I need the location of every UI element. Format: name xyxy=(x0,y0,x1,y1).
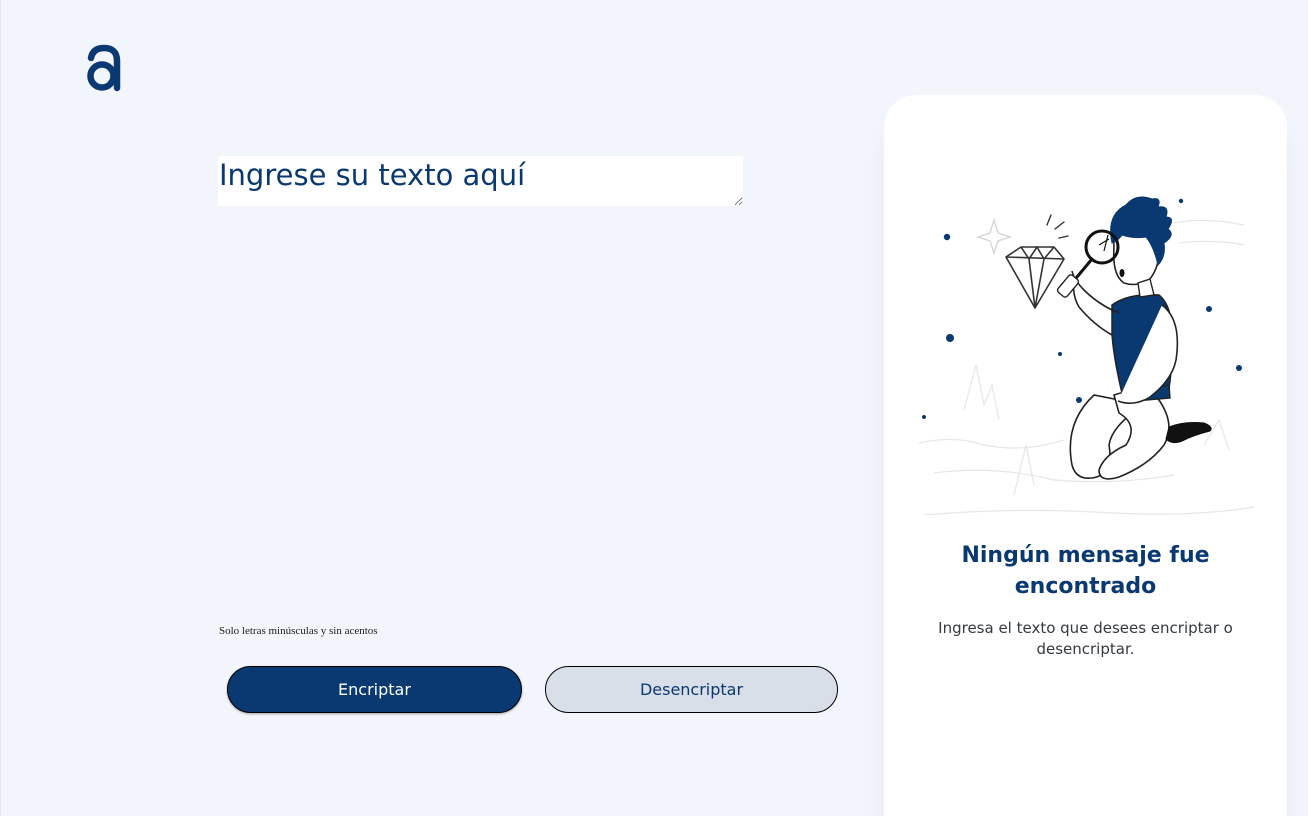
text-input[interactable] xyxy=(218,156,743,206)
result-message: Ingresa el texto que desees encriptar o … xyxy=(938,619,1233,658)
result-panel: Ningún mensaje fue encontrado Ingresa el… xyxy=(884,95,1287,816)
person-with-magnifying-glass-icon xyxy=(918,196,1255,515)
brand-logo-icon xyxy=(87,44,121,92)
result-title: Ningún mensaje fue encontrado xyxy=(961,543,1210,599)
encrypt-button[interactable]: Encriptar xyxy=(227,666,522,713)
input-hint: Solo letras minúsculas y sin acentos xyxy=(219,625,378,637)
page: Solo letras minúsculas y sin acentos Enc… xyxy=(0,0,1308,816)
decrypt-button[interactable]: Desencriptar xyxy=(545,666,838,713)
